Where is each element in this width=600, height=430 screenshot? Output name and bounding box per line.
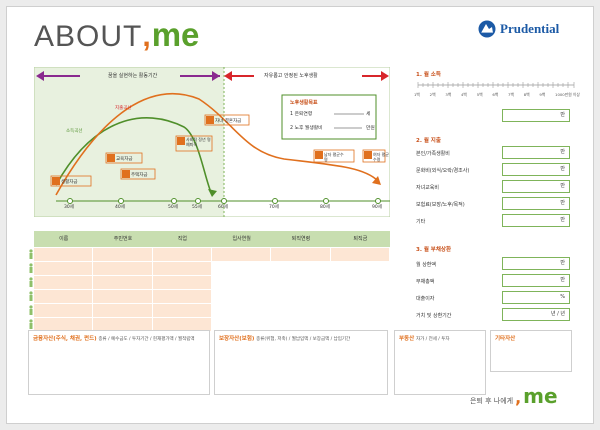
income-scale[interactable]	[416, 80, 576, 90]
house-icon	[122, 170, 130, 178]
table-row[interactable]	[34, 247, 390, 261]
financial-assets-box[interactable]: 금융자산(주식, 채권, 펀드) 종류 / 예수금도 / 투자기간 / 현재평가…	[28, 330, 210, 395]
income-section-title: 1. 월 소득	[416, 72, 441, 78]
goal-monthly-expense-label: 2 노후 월생활비	[290, 126, 323, 131]
income-scale-labels: 1백 2백 3백 4백 5백 6백 7백 8백 9백 1000만원 이상	[414, 92, 580, 97]
other-assets-title: 기타자산	[495, 336, 516, 342]
goal-monthly-expense-unit: 만원	[366, 126, 375, 131]
title-about: ABOUT	[34, 20, 143, 53]
col-retire-age: 퇴직연령	[291, 236, 311, 242]
financial-assets-title: 금융자산(주식, 채권, 펀드)	[33, 336, 97, 342]
debt-section-title: 3. 월 부채상환	[416, 247, 452, 253]
age-55: 55세	[192, 205, 202, 210]
debt-total-input[interactable]: 만	[502, 274, 570, 287]
other-assets-box[interactable]: 기타자산	[490, 330, 572, 372]
prudential-rock-icon	[478, 20, 496, 38]
education-icon	[107, 154, 115, 162]
life-timeline	[34, 67, 390, 217]
retire-icon	[177, 137, 185, 145]
age-90: 90세	[372, 205, 382, 210]
brand-logo: Prudential	[478, 20, 559, 38]
insurance-assets-sub: 종류(위험, 저축) / 월납입액 / 보장금액 / 납입기간	[256, 337, 351, 342]
title-comma: ,	[142, 20, 152, 53]
age-60: 60세	[218, 205, 228, 210]
goal-retire-age-label: 1 은퇴연령	[290, 112, 313, 117]
expense-education-label: 자녀교육비	[416, 185, 440, 191]
female-lifespan-icon	[364, 151, 372, 159]
debt-monthly-input[interactable]: 만	[502, 257, 570, 270]
footer-tagline: 은퇴 후 나에게, me	[470, 384, 558, 408]
retire-period-bg	[224, 67, 390, 217]
active-period-label: 꿈을 실현하는 활동기간	[108, 73, 158, 79]
title-me: me	[151, 16, 200, 53]
expense-insurance-input[interactable]: 만	[502, 197, 570, 210]
event-education-fund: 교육자금	[116, 157, 133, 162]
footer-me: me	[523, 384, 558, 408]
family-icon	[52, 177, 60, 185]
financial-assets-sub: 종류 / 예수금도 / 투자기간 / 현재평가액 / 월적립액	[98, 337, 195, 342]
expense-culture-input[interactable]: 만	[502, 163, 570, 176]
expense-insurance-label: 보험료(보장/노후/목적)	[416, 202, 465, 208]
page-title: ABOUT,me	[34, 16, 199, 54]
expense-culture-label: 문화비(외식/오락/경조사)	[416, 168, 470, 174]
age-50: 50세	[168, 205, 178, 210]
col-job: 직업	[177, 236, 187, 242]
col-severance: 퇴직금	[353, 236, 368, 242]
expense-family-label: 본인/가족생활비	[416, 151, 450, 157]
table-row[interactable]	[34, 289, 390, 303]
age-30: 30세	[64, 205, 74, 210]
debt-interest-label: 대출이자	[416, 296, 435, 302]
goal-retire-age-unit: 세	[366, 112, 371, 117]
age-70: 70세	[269, 205, 279, 210]
event-living-fund: 생활자금	[61, 180, 78, 185]
event-housing-fund: 주택자금	[131, 173, 148, 178]
person-icons	[29, 249, 33, 329]
expense-other-input[interactable]: 만	[502, 214, 570, 227]
male-lifespan-icon	[315, 151, 323, 159]
insurance-assets-box[interactable]: 보장자산(보험) 종류(위험, 저축) / 월납입액 / 보장금액 / 납입기간	[214, 330, 388, 395]
age-40: 40세	[115, 205, 125, 210]
income-curve-label: 소득곡선	[66, 129, 83, 134]
table-header: 이름 주민번호 직업 입사연월 퇴직연령 퇴직금	[34, 231, 390, 247]
brand-name: Prudential	[500, 21, 560, 36]
real-estate-title: 부동산	[399, 336, 415, 342]
footer-comma: ,	[515, 388, 522, 407]
col-name: 이름	[59, 236, 69, 242]
event-retirement: 사회적 정년 명예퇴직	[186, 137, 211, 147]
table-row[interactable]	[34, 317, 390, 331]
spend-curve-label: 지출곡선	[115, 106, 132, 111]
event-male-lifespan: 남자 평균수명	[324, 152, 344, 162]
real-estate-sub: 자가 / 전세 / 투자	[415, 337, 450, 342]
retire-period-label: 자유롭고 안정된 노후생활	[264, 73, 318, 79]
age-80: 80세	[320, 205, 330, 210]
family-table: 이름 주민번호 직업 입사연월 퇴직연령 퇴직금	[34, 231, 390, 331]
goal-title: 노후생활목표	[290, 100, 318, 106]
event-female-lifespan: 여자 평균수명	[373, 152, 389, 162]
event-wedding-fund: 자녀 결혼자금	[215, 119, 242, 124]
col-join-date: 입사연월	[232, 236, 251, 242]
debt-total-label: 부채총액	[416, 279, 435, 285]
table-row[interactable]	[34, 261, 390, 275]
expense-family-input[interactable]: 만	[502, 146, 570, 159]
col-id: 주민번호	[113, 236, 133, 242]
insurance-assets-title: 보장자산(보험)	[219, 336, 255, 342]
table-row[interactable]	[34, 275, 390, 289]
table-row[interactable]	[34, 303, 390, 317]
debt-period-input[interactable]: 년 / 년	[502, 308, 570, 321]
debt-monthly-label: 월 상환액	[416, 262, 436, 268]
expense-section-title: 2. 월 지출	[416, 138, 441, 144]
debt-interest-input[interactable]: %	[502, 291, 570, 304]
expense-education-input[interactable]: 만	[502, 180, 570, 193]
expense-other-label: 기타	[416, 219, 426, 225]
footer-text: 은퇴 후 나에게	[470, 397, 514, 405]
wedding-icon	[206, 116, 214, 124]
debt-period-label: 거치 및 상환기간	[416, 313, 452, 319]
income-input[interactable]: 만	[502, 109, 570, 122]
